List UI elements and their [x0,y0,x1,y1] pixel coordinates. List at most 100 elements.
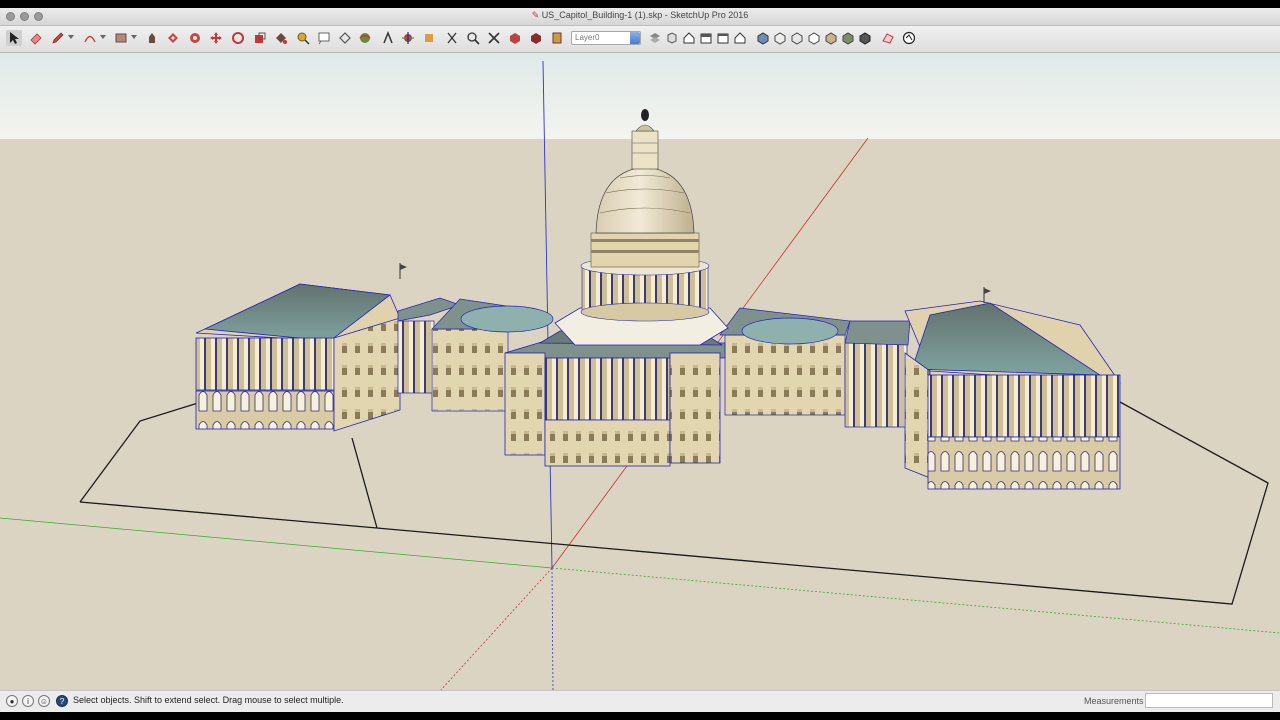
extension-warehouse-icon [531,33,541,44]
paint-bucket-icon [276,33,287,44]
instructor-button[interactable] [901,30,917,46]
status-bar: ● i ☺ ? Select objects. Shift to extend … [0,690,1280,712]
offset-icon [168,33,178,43]
central-portico-colonnade [544,357,671,421]
layers-icon [650,33,660,43]
move-icon [210,32,222,44]
layout-icon [552,32,562,44]
statue-of-freedom [641,109,649,121]
sky-backdrop [0,53,1280,139]
sketchup-window: ✎ US_Capitol_Building-1 (1).skp - SketchU… [0,8,1280,712]
orbit-tool-button[interactable] [357,30,373,46]
select-tool-button[interactable] [6,30,22,46]
move-tool-button[interactable] [208,30,224,46]
right-view-button[interactable] [715,30,731,46]
back-edges-style-button[interactable] [772,30,788,46]
rotate-tool-button[interactable] [230,30,246,46]
central-portico-base [544,419,671,467]
window-title: US_Capitol_Building-1 (1).skp - SketchUp… [541,10,749,20]
chevron-down-icon[interactable] [100,35,106,39]
monochrome-style-button[interactable] [857,30,873,46]
follow-me-icon [190,33,200,43]
main-toolbar: Layer0 [0,26,1280,53]
look-around-tool-button[interactable] [380,30,396,46]
dimension-icon [339,32,351,44]
scale-tool-button[interactable] [252,30,268,46]
orbit-icon [359,33,371,43]
right-chamber-dome [741,317,839,345]
sandbox-button[interactable] [880,30,896,46]
look-around-icon [383,31,393,44]
left-wing-colonnade [195,337,335,391]
back-view-icon [734,32,746,44]
right-wing-colonnade [927,374,1121,438]
zoom-extents-icon [488,32,500,44]
xray-style-button[interactable] [755,30,771,46]
measurements-label: Measurements [1084,696,1144,706]
right-center-block [724,334,846,416]
paint-bucket-tool-button[interactable] [273,30,289,46]
shaded-textures-style-button[interactable] [840,30,856,46]
walk-icon [447,32,457,44]
pan-tool-button[interactable] [465,30,481,46]
layer-select[interactable]: Layer0 [571,31,641,45]
pencil-tool-button[interactable] [50,30,66,46]
eraser-tool-button[interactable] [28,30,44,46]
geo-location-icon[interactable]: ● [6,695,18,707]
shaded-style-button[interactable] [823,30,839,46]
left-chamber-dome [460,305,554,333]
layer-select-value: Layer0 [575,33,600,42]
3d-warehouse-button[interactable] [507,30,523,46]
chevron-down-icon[interactable] [68,35,74,39]
pencil-icon [52,32,64,44]
tape-measure-icon [297,32,310,45]
back-edges-icon [774,32,786,45]
chevron-down-icon[interactable] [630,32,640,44]
model-viewport[interactable] [0,53,1280,692]
rectangle-tool-button[interactable] [113,30,129,46]
viewport-canvas[interactable] [0,53,1280,692]
layers-manager-button[interactable] [647,30,663,46]
iso-view-button[interactable] [664,30,680,46]
front-view-button[interactable] [698,30,714,46]
section-plane-tool-button[interactable] [421,30,437,46]
back-view-button[interactable] [732,30,748,46]
extension-warehouse-button[interactable] [528,30,544,46]
wireframe-style-button[interactable] [789,30,805,46]
instructor-toggle-icon[interactable]: ? [56,695,68,707]
select-icon [10,32,19,44]
follow-me-tool-button[interactable] [187,30,203,46]
rectangle-icon [115,33,127,43]
right-view-icon [717,33,729,44]
right-wing-arcade [927,436,1121,490]
shaded-textures-icon [842,32,854,45]
axes-tool-button[interactable] [400,30,416,46]
title-bar: ✎ US_Capitol_Building-1 (1).skp - SketchU… [0,8,1280,26]
chevron-down-icon[interactable] [131,35,137,39]
walk-tool-button[interactable] [444,30,460,46]
hidden-line-style-button[interactable] [806,30,822,46]
front-view-icon [700,33,712,44]
layout-button[interactable] [549,30,565,46]
top-view-button[interactable] [681,30,697,46]
arc-tool-button[interactable] [82,30,98,46]
push-pull-tool-button[interactable] [144,30,160,46]
instructor-icon [902,31,916,45]
wireframe-icon [791,32,803,45]
credits-icon[interactable]: i [22,695,34,707]
offset-tool-button[interactable] [165,30,181,46]
status-message: Select objects. Shift to extend select. … [73,695,344,705]
user-account-icon[interactable]: ☺ [38,695,50,707]
hidden-line-icon [808,32,820,45]
zoom-extents-tool-button[interactable] [486,30,502,46]
scale-icon [255,32,266,43]
iso-view-icon [667,32,677,44]
section-plane-icon [425,34,433,42]
window-title-container: ✎ US_Capitol_Building-1 (1).skp - SketchU… [0,10,1280,20]
measurements-input[interactable] [1145,693,1273,708]
sandbox-icon [882,33,894,44]
tape-measure-tool-button[interactable] [295,30,311,46]
text-tool-button[interactable] [316,30,332,46]
dimension-tool-button[interactable] [337,30,353,46]
eraser-icon [30,33,42,45]
